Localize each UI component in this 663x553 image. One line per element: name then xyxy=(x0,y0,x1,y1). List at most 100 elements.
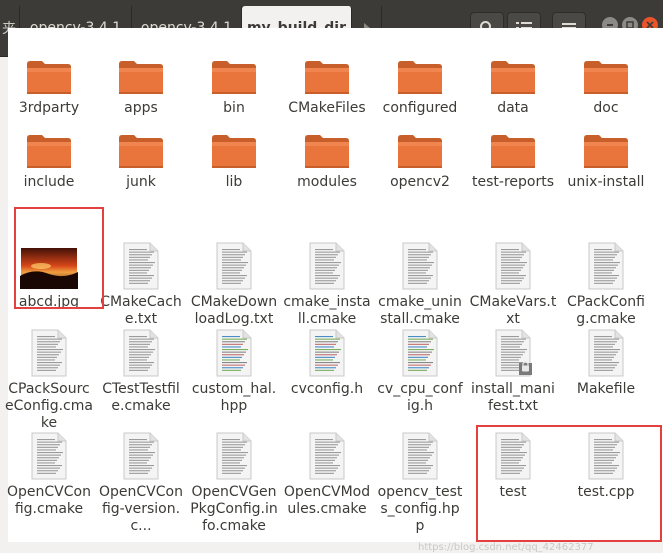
file-item[interactable]: CMakeFiles xyxy=(282,46,372,117)
file-item[interactable]: OpenCVModules.cmake xyxy=(282,430,372,518)
file-name-label: configured xyxy=(382,100,458,116)
text-file-icon xyxy=(495,242,531,290)
file-item[interactable]: CMakeCache.txt xyxy=(96,240,186,328)
file-item[interactable]: bin xyxy=(189,46,279,117)
file-icon-wrap xyxy=(468,327,558,377)
file-icon-wrap xyxy=(96,120,186,170)
file-item[interactable]: opencv2 xyxy=(375,120,465,191)
file-name-label: cv_cpu_config.h xyxy=(377,381,463,414)
file-item[interactable]: cv_cpu_config.h xyxy=(375,327,465,415)
folder-icon xyxy=(305,135,349,168)
folder-icon xyxy=(491,135,535,168)
file-icon-wrap xyxy=(561,46,651,96)
file-name-label: lib xyxy=(225,174,243,190)
file-item[interactable]: OpenCVConfig-version.c... xyxy=(96,430,186,535)
file-name-label: OpenCVConfig.cmake xyxy=(7,484,91,517)
file-name-label: junk xyxy=(126,174,156,190)
file-item[interactable]: OpenCVConfig.cmake xyxy=(4,430,94,518)
file-icon-wrap xyxy=(189,430,279,480)
file-icon-wrap xyxy=(96,430,186,480)
file-icon-wrap xyxy=(189,240,279,290)
file-item[interactable]: cmake_uninstall.cmake xyxy=(375,240,465,328)
file-item[interactable]: doc xyxy=(561,46,651,117)
file-icon-wrap xyxy=(4,430,94,480)
folder-icon xyxy=(584,135,628,168)
file-item[interactable]: lib xyxy=(189,120,279,191)
file-item[interactable]: include xyxy=(4,120,94,191)
file-icon-wrap xyxy=(189,120,279,170)
file-item[interactable]: test-reports xyxy=(468,120,558,191)
file-icon-wrap xyxy=(468,120,558,170)
highlight-box-test-files xyxy=(476,425,662,542)
file-name-label: Makefile xyxy=(576,381,636,397)
file-item[interactable]: Makefile xyxy=(561,327,651,398)
file-name-label: include xyxy=(23,174,75,190)
file-name-label: OpenCVModules.cmake xyxy=(283,484,371,517)
watermark-text: https://blog.csdn.net/qq_42462377 xyxy=(418,542,594,553)
file-item[interactable]: custom_hal.hpp xyxy=(189,327,279,415)
file-icon-wrap xyxy=(4,327,94,377)
file-name-label: 3rdparty xyxy=(18,100,80,116)
file-item[interactable]: junk xyxy=(96,120,186,191)
folder-icon xyxy=(305,61,349,94)
file-item[interactable]: apps xyxy=(96,46,186,117)
text-file-icon xyxy=(123,329,159,377)
file-name-label: install_manifest.txt xyxy=(471,381,555,414)
file-name-label: CPackConfig.cmake xyxy=(566,294,645,327)
file-item[interactable]: cmake_install.cmake xyxy=(282,240,372,328)
file-name-label: custom_hal.hpp xyxy=(191,381,277,414)
folder-icon xyxy=(27,61,71,94)
file-item[interactable]: CMakeVars.txt xyxy=(468,240,558,328)
text-file-icon xyxy=(588,242,624,290)
file-name-label: CMakeFiles xyxy=(288,100,366,116)
folder-icon xyxy=(398,61,442,94)
file-name-label: cmake_uninstall.cmake xyxy=(378,294,462,327)
file-name-label: CTestTestfile.cmake xyxy=(102,381,180,414)
file-icon-wrap xyxy=(96,240,186,290)
text-file-icon xyxy=(216,432,252,480)
file-icon-wrap xyxy=(282,120,372,170)
file-icon-wrap xyxy=(189,327,279,377)
text-file-icon xyxy=(309,242,345,290)
file-icon-wrap xyxy=(561,120,651,170)
file-item[interactable]: data xyxy=(468,46,558,117)
file-name-label: doc xyxy=(593,100,619,116)
file-item[interactable]: opencv_tests_config.hpp xyxy=(375,430,465,535)
file-icon-wrap xyxy=(96,327,186,377)
file-name-label: bin xyxy=(223,100,245,116)
folder-icon xyxy=(398,135,442,168)
file-item[interactable]: CPackConfig.cmake xyxy=(561,240,651,328)
file-icon-wrap xyxy=(189,46,279,96)
folder-icon xyxy=(212,61,256,94)
folder-icon xyxy=(119,61,163,94)
text-file-icon xyxy=(402,242,438,290)
file-item[interactable]: 3rdparty xyxy=(4,46,94,117)
folder-icon xyxy=(491,61,535,94)
file-item[interactable]: configured xyxy=(375,46,465,117)
file-name-label: OpenCVGenPkgConfig.info.cmake xyxy=(190,484,278,534)
file-icon-wrap xyxy=(375,120,465,170)
file-item[interactable]: OpenCVGenPkgConfig.info.cmake xyxy=(189,430,279,535)
file-item[interactable]: modules xyxy=(282,120,372,191)
file-icon-wrap xyxy=(375,46,465,96)
file-item[interactable]: CMakeDownloadLog.txt xyxy=(189,240,279,328)
file-name-label: CMakeDownloadLog.txt xyxy=(190,294,278,327)
file-item[interactable]: cvconfig.h xyxy=(282,327,372,398)
file-icon-wrap xyxy=(282,46,372,96)
file-icon-wrap xyxy=(561,240,651,290)
file-icon-wrap xyxy=(4,120,94,170)
file-icon-wrap xyxy=(561,327,651,377)
file-item[interactable]: CPackSourceConfig.cmake xyxy=(4,327,94,432)
file-item[interactable]: CTestTestfile.cmake xyxy=(96,327,186,415)
file-name-label: unix-install xyxy=(567,174,645,190)
text-file-icon xyxy=(309,432,345,480)
file-name-label: cmake_install.cmake xyxy=(283,294,371,327)
folder-icon xyxy=(27,135,71,168)
file-item[interactable]: unix-install xyxy=(561,120,651,191)
text-file-icon xyxy=(31,432,67,480)
file-item[interactable]: install_manifest.txt xyxy=(468,327,558,415)
file-name-label: opencv_tests_config.hpp xyxy=(377,484,463,534)
locked-document-icon xyxy=(495,329,532,377)
file-icon-wrap xyxy=(468,240,558,290)
source-file-icon xyxy=(309,329,345,377)
